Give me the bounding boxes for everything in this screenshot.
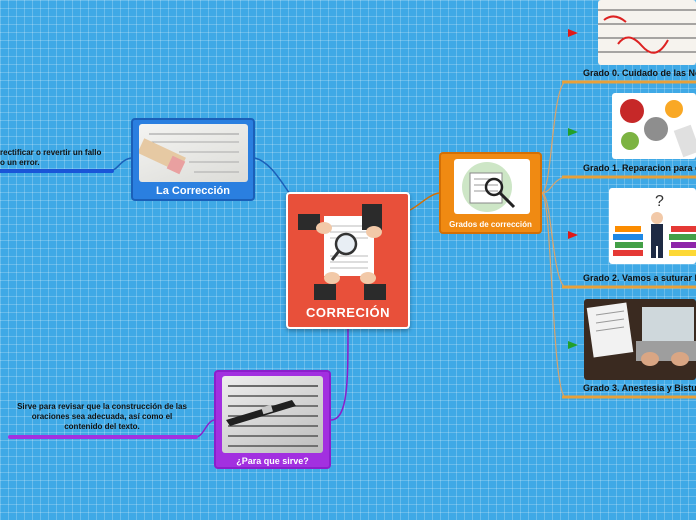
grado-2-label[interactable]: Grado 2. Vamos a suturar l bbox=[583, 273, 696, 283]
grado-3-image[interactable] bbox=[584, 299, 696, 380]
grado-3-label[interactable]: Grado 3. Anestesia y Bistu bbox=[583, 383, 696, 393]
central-title: CORRECIÓN bbox=[306, 305, 390, 320]
topic-la-correccion[interactable]: La Corrección bbox=[131, 118, 255, 201]
topic-grados-de-correccion[interactable]: Grados de corrección bbox=[439, 152, 542, 234]
central-topic[interactable]: CORRECIÓN bbox=[286, 192, 410, 329]
correccion-note: rectificar o revertir un fallo o un erro… bbox=[0, 148, 102, 167]
topic-para-que-sirve[interactable]: ¿Para que sirve? bbox=[214, 370, 331, 469]
proofreading-illustration bbox=[298, 204, 386, 300]
flag-icon bbox=[568, 29, 578, 37]
grado-1-label[interactable]: Grado 1. Reparacion para c bbox=[583, 163, 696, 173]
flag-icon bbox=[568, 231, 578, 239]
flag-icon bbox=[568, 341, 578, 349]
grado-1-image[interactable] bbox=[612, 93, 696, 159]
fountain-pen-image bbox=[222, 376, 323, 453]
topic-label: La Corrección bbox=[156, 185, 230, 197]
topic-label: Grados de corrección bbox=[449, 220, 532, 229]
grado-0-label[interactable]: Grado 0. Cuidado de las No bbox=[583, 68, 696, 78]
topic-label: ¿Para que sirve? bbox=[236, 456, 309, 466]
grado-0-image[interactable] bbox=[598, 0, 696, 65]
svg-text:?: ? bbox=[655, 193, 664, 210]
document-magnifier-image bbox=[454, 159, 530, 214]
sirve-note: Sirve para revisar que la construcción d… bbox=[17, 402, 187, 431]
pencil-eraser-image bbox=[139, 124, 248, 182]
grado-2-image[interactable]: ? bbox=[609, 188, 696, 264]
flag-icon bbox=[568, 128, 578, 136]
